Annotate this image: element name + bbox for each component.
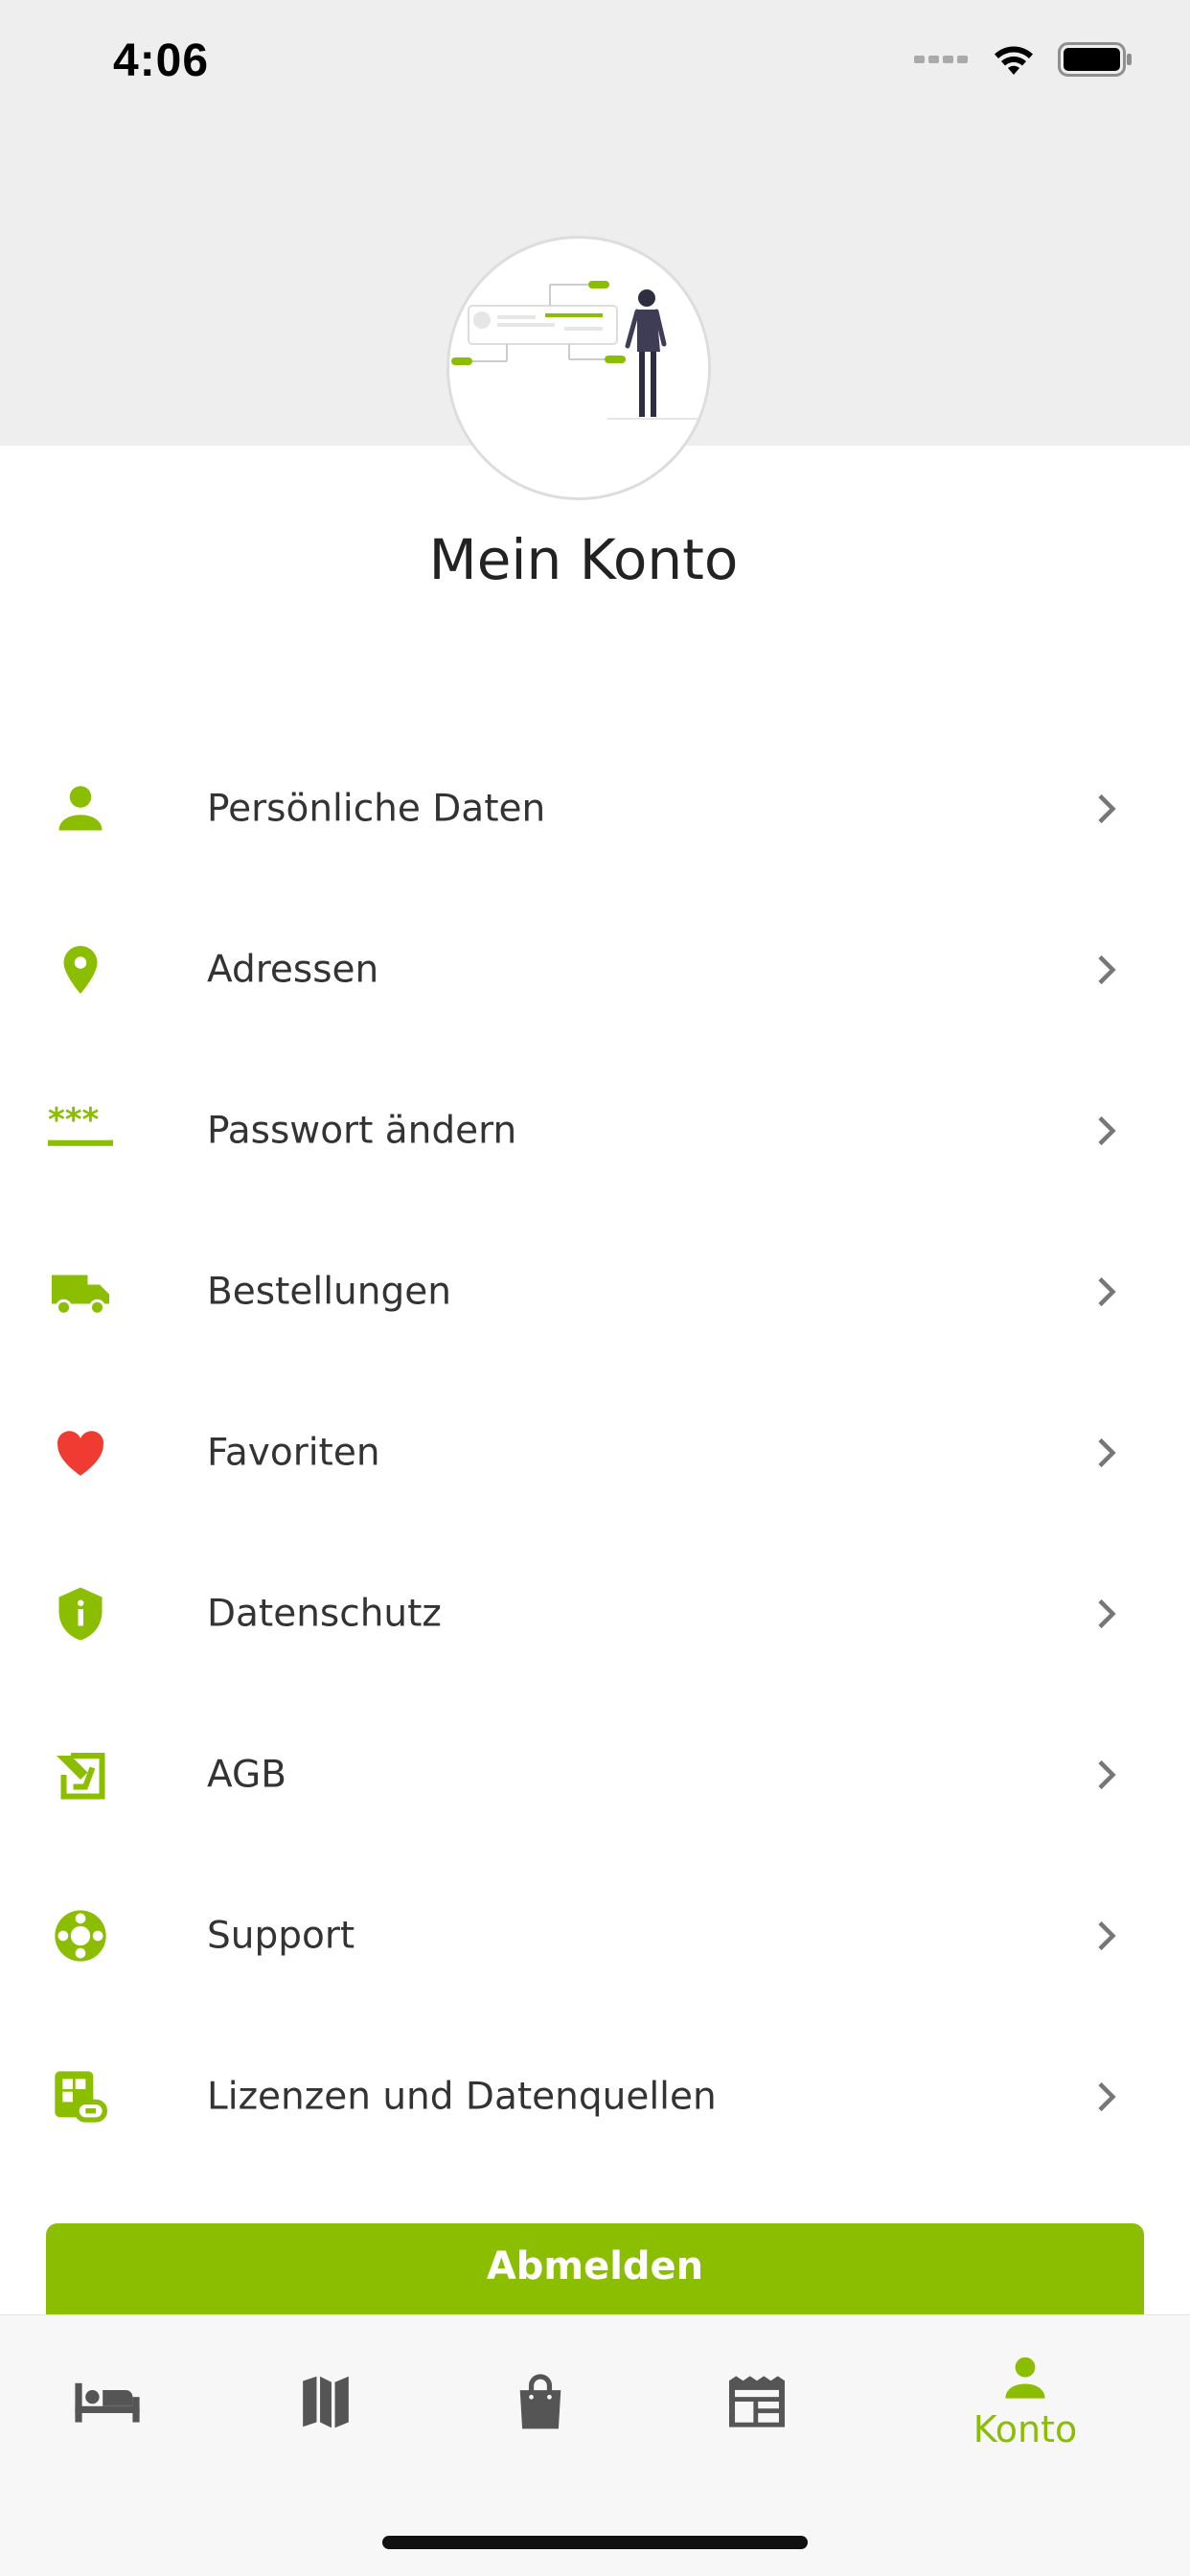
newspaper-icon xyxy=(729,2376,785,2427)
menu-item-label: Favoriten xyxy=(207,1431,380,1475)
truck-icon xyxy=(46,1257,115,1326)
tab-account[interactable]: Konto xyxy=(958,2315,1092,2488)
menu-item-favorites[interactable]: Favoriten xyxy=(0,1372,1190,1533)
menu-item-addresses[interactable]: Adressen xyxy=(0,889,1190,1050)
menu-item-terms[interactable]: AGB xyxy=(0,1694,1190,1855)
bed-icon xyxy=(75,2382,140,2423)
chevron-right-icon xyxy=(1098,1760,1116,1790)
chevron-right-icon xyxy=(1098,1276,1116,1307)
license-link-icon xyxy=(46,2062,115,2131)
menu-item-orders[interactable]: Bestellungen xyxy=(0,1211,1190,1372)
account-menu: Persönliche Daten Adressen *** Passwort … xyxy=(0,728,1190,2177)
shopping-bag-icon xyxy=(519,2374,561,2429)
status-time: 4:06 xyxy=(113,35,210,86)
chevron-right-icon xyxy=(1098,1438,1116,1468)
lifebuoy-icon xyxy=(46,1901,115,1970)
status-icons xyxy=(914,42,1133,77)
menu-item-label: Bestellungen xyxy=(207,1270,451,1314)
map-icon xyxy=(303,2376,349,2428)
tab-news[interactable] xyxy=(709,2315,805,2488)
menu-item-label: Adressen xyxy=(207,948,379,992)
chevron-right-icon xyxy=(1098,794,1116,824)
signal-icon xyxy=(914,56,968,63)
document-sign-icon xyxy=(46,1740,115,1809)
menu-item-personal-data[interactable]: Persönliche Daten xyxy=(0,728,1190,889)
shield-info-icon xyxy=(46,1579,115,1648)
wifi-icon xyxy=(995,46,1033,75)
chevron-right-icon xyxy=(1098,2082,1116,2112)
person-icon xyxy=(46,774,115,843)
menu-item-change-password[interactable]: *** Passwort ändern xyxy=(0,1050,1190,1211)
tab-label: Konto xyxy=(973,2408,1078,2450)
tab-accommodation[interactable] xyxy=(59,2315,155,2488)
account-illustration xyxy=(446,236,711,500)
menu-item-support[interactable]: Support xyxy=(0,1855,1190,2016)
menu-item-label: Datenschutz xyxy=(207,1592,442,1636)
menu-item-label: Passwort ändern xyxy=(207,1109,517,1153)
page-title: Mein Konto xyxy=(428,527,739,592)
battery-icon xyxy=(1058,42,1132,77)
person-icon xyxy=(1005,2357,1045,2399)
chevron-right-icon xyxy=(1098,1598,1116,1629)
home-indicator xyxy=(382,2536,808,2549)
menu-item-label: Lizenzen und Datenquellen xyxy=(207,2075,717,2119)
chevron-right-icon xyxy=(1098,1920,1116,1951)
menu-item-label: AGB xyxy=(207,1753,286,1797)
menu-item-privacy[interactable]: Datenschutz xyxy=(0,1533,1190,1694)
password-icon: *** xyxy=(46,1096,115,1165)
chevron-right-icon xyxy=(1098,1116,1116,1146)
menu-item-label: Support xyxy=(207,1914,355,1958)
tab-map[interactable] xyxy=(278,2315,374,2488)
tab-shop[interactable] xyxy=(492,2315,588,2488)
menu-item-label: Persönliche Daten xyxy=(207,787,546,831)
svg-text:***: *** xyxy=(48,1102,100,1139)
menu-item-licenses[interactable]: Lizenzen und Datenquellen xyxy=(0,2016,1190,2177)
heart-icon xyxy=(46,1418,115,1487)
chevron-right-icon xyxy=(1098,954,1116,985)
map-pin-icon xyxy=(46,935,115,1004)
